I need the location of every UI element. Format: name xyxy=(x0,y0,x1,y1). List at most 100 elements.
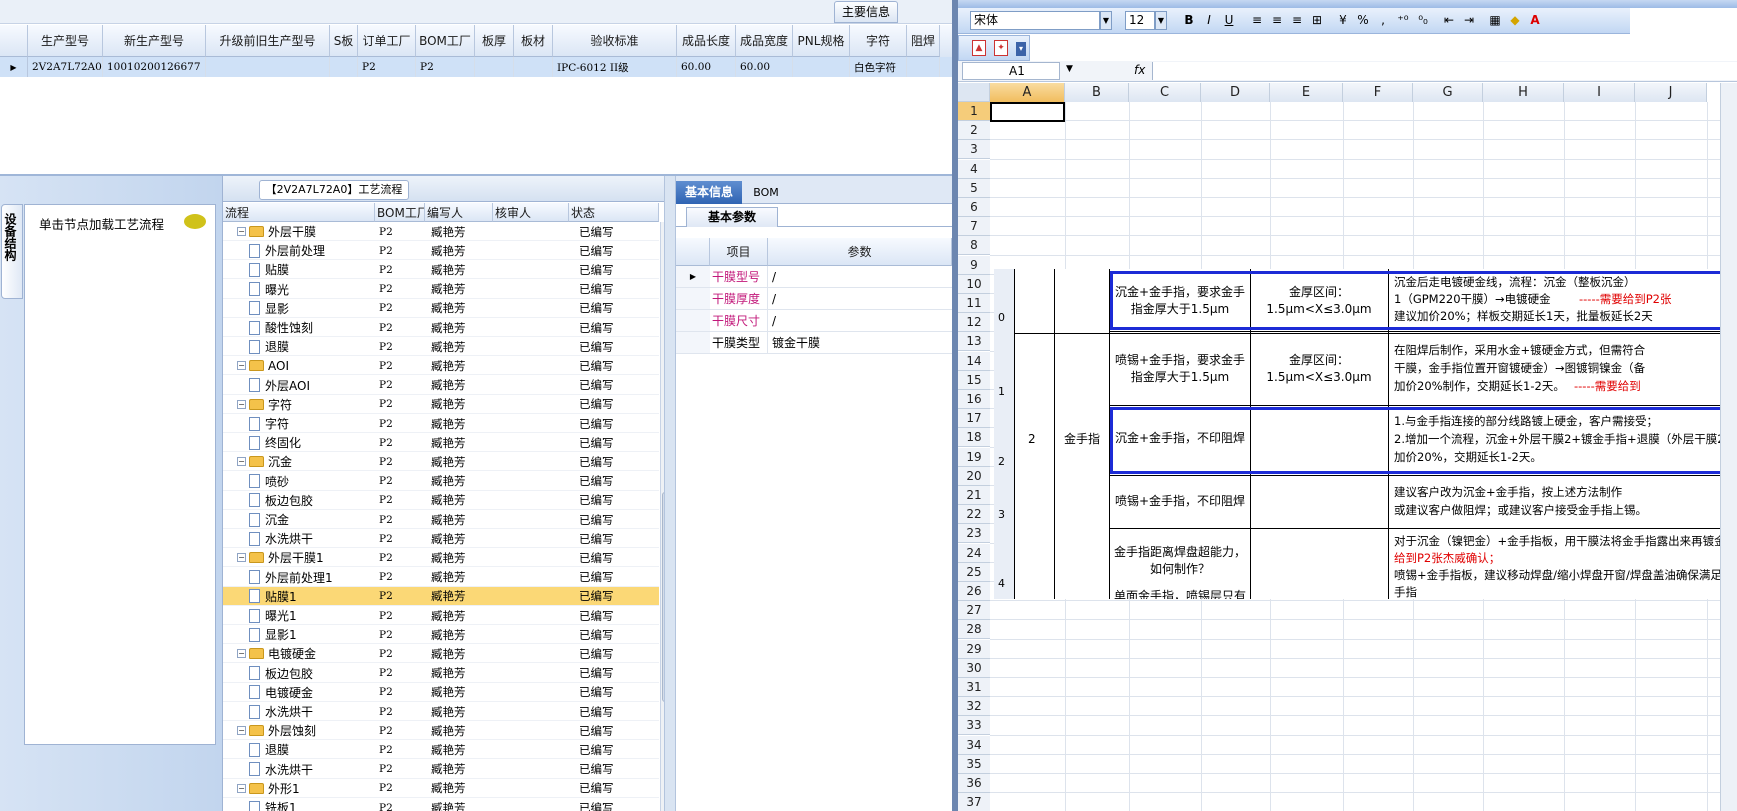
process-row[interactable]: 贴膜 P2 臧艳芳 已编写 xyxy=(223,260,659,280)
writer-cell[interactable]: 臧艳芳 xyxy=(425,299,493,318)
reviewer-cell[interactable] xyxy=(493,587,569,606)
status-cell[interactable]: 已编写 xyxy=(569,491,659,510)
bom-factory-cell[interactable]: P2 xyxy=(375,491,425,510)
process-name-cell[interactable]: 显影1 xyxy=(223,625,375,644)
writer-cell[interactable]: 臧艳芳 xyxy=(425,260,493,279)
process-row[interactable]: 外层AOI P2 臧艳芳 已编写 xyxy=(223,376,659,395)
reviewer-cell[interactable] xyxy=(493,318,569,337)
status-cell[interactable]: 已编写 xyxy=(569,433,659,452)
status-cell[interactable]: 已编写 xyxy=(569,702,659,721)
reviewer-cell[interactable] xyxy=(493,644,569,663)
grid-cell[interactable]: 白色字符 xyxy=(850,57,907,77)
writer-cell[interactable]: 臧艳芳 xyxy=(425,337,493,356)
process-row[interactable]: − 电镀硬金 P2 臧艳芳 已编写 xyxy=(223,644,659,664)
expand-toggle-icon[interactable]: − xyxy=(237,399,246,409)
font-size-dropdown[interactable]: ▼ xyxy=(1155,11,1167,30)
process-name-cell[interactable]: 喷砂 xyxy=(223,472,375,491)
reviewer-cell[interactable] xyxy=(493,702,569,721)
status-cell[interactable]: 已编写 xyxy=(569,318,659,337)
column-header[interactable]: 字符 xyxy=(850,25,907,57)
borders-icon[interactable]: ▦ xyxy=(1486,10,1504,30)
status-cell[interactable]: 已编写 xyxy=(569,740,659,759)
process-column-header[interactable]: 编写人 xyxy=(425,203,493,222)
bom-factory-cell[interactable]: P2 xyxy=(375,587,425,606)
writer-cell[interactable]: 臧艳芳 xyxy=(425,721,493,740)
row-header[interactable]: 8 xyxy=(958,236,990,256)
process-row[interactable]: 铣板1 P2 臧艳芳 已编写 xyxy=(223,798,659,811)
params-column-header[interactable]: 参数 xyxy=(768,238,952,266)
column-header[interactable]: 订单工厂 xyxy=(358,25,416,57)
grid-cell[interactable] xyxy=(475,57,514,77)
tab-bom[interactable]: BOM xyxy=(744,182,788,204)
grid-cell[interactable]: P2 xyxy=(416,57,475,77)
column-header[interactable]: E xyxy=(1270,83,1343,102)
process-row[interactable]: 曝光 P2 臧艳芳 已编写 xyxy=(223,280,659,299)
reviewer-cell[interactable] xyxy=(493,222,569,241)
row-header[interactable]: 24 xyxy=(958,543,990,563)
row-header[interactable]: 3 xyxy=(958,140,990,160)
namebox[interactable]: A1 xyxy=(962,62,1060,80)
row-header[interactable]: 20 xyxy=(958,466,990,486)
process-row[interactable]: 终固化 P2 臧艳芳 已编写 xyxy=(223,433,659,453)
percent-button[interactable]: % xyxy=(1354,10,1372,30)
process-row[interactable]: 退膜 P2 臧艳芳 已编写 xyxy=(223,740,659,760)
process-column-header[interactable]: 状态 xyxy=(569,203,659,222)
writer-cell[interactable]: 臧艳芳 xyxy=(425,222,493,241)
reviewer-cell[interactable] xyxy=(493,414,569,433)
tab-basic-info[interactable]: 基本信息 xyxy=(676,181,742,204)
reviewer-cell[interactable] xyxy=(493,664,569,683)
column-header[interactable]: 新生产型号 xyxy=(103,25,206,57)
row-header[interactable]: 33 xyxy=(958,716,990,736)
column-header[interactable]: B xyxy=(1065,83,1129,102)
namebox-dropdown[interactable]: ▼ xyxy=(1066,64,1073,74)
reviewer-cell[interactable] xyxy=(493,510,569,529)
grid-cell[interactable] xyxy=(206,57,330,77)
grid-cell[interactable]: 60.00 xyxy=(736,57,793,77)
font-name-box[interactable]: 宋体 xyxy=(970,11,1100,30)
status-cell[interactable]: 已编写 xyxy=(569,683,659,702)
merge-center-icon[interactable]: ⊞ xyxy=(1308,10,1326,30)
process-row[interactable]: 沉金 P2 臧艳芳 已编写 xyxy=(223,510,659,529)
bom-factory-cell[interactable]: P2 xyxy=(375,452,425,471)
row-header[interactable]: 35 xyxy=(958,754,990,774)
param-item-cell[interactable]: 干膜型号 xyxy=(710,266,768,288)
expand-toggle-icon[interactable]: − xyxy=(237,783,246,793)
column-header[interactable]: 验收标准 xyxy=(553,25,677,57)
bom-factory-cell[interactable]: P2 xyxy=(375,760,425,779)
decrease-decimal-icon[interactable]: ⁰₀ xyxy=(1414,10,1432,30)
row-header[interactable]: 27 xyxy=(958,601,990,621)
bom-factory-cell[interactable]: P2 xyxy=(375,337,425,356)
expand-toggle-icon[interactable]: − xyxy=(237,457,246,467)
column-header[interactable]: I xyxy=(1564,83,1635,102)
bom-factory-cell[interactable]: P2 xyxy=(375,548,425,567)
param-value-cell[interactable]: / xyxy=(768,266,952,288)
sheet-vscroll[interactable] xyxy=(1720,83,1737,811)
writer-cell[interactable]: 臧艳芳 xyxy=(425,625,493,644)
process-name-cell[interactable]: 曝光 xyxy=(223,280,375,299)
process-name-cell[interactable]: − 外层蚀刻 xyxy=(223,721,375,740)
row-header[interactable]: 31 xyxy=(958,678,990,697)
bom-factory-cell[interactable]: P2 xyxy=(375,702,425,721)
font-color-icon[interactable]: A xyxy=(1526,10,1544,30)
bom-factory-cell[interactable]: P2 xyxy=(375,568,425,587)
row-header[interactable]: 26 xyxy=(958,582,990,601)
process-name-cell[interactable]: 酸性蚀刻 xyxy=(223,318,375,337)
process-name-cell[interactable]: − 外形1 xyxy=(223,779,375,798)
status-cell[interactable]: 已编写 xyxy=(569,241,659,260)
reviewer-cell[interactable] xyxy=(493,280,569,299)
row-header[interactable]: 19 xyxy=(958,447,990,467)
process-name-cell[interactable]: − AOI xyxy=(223,356,375,375)
process-column-header[interactable]: BOM工厂 xyxy=(375,203,425,222)
column-header[interactable]: 升级前旧生产型号 xyxy=(206,25,330,57)
column-header[interactable]: BOM工厂 xyxy=(416,25,475,57)
row-header[interactable]: 23 xyxy=(958,524,990,544)
grid-cell[interactable]: 2V2A7L72A0 xyxy=(28,57,103,77)
bom-factory-cell[interactable]: P2 xyxy=(375,798,425,811)
status-cell[interactable]: 已编写 xyxy=(569,260,659,279)
process-row[interactable]: − 外形1 P2 臧艳芳 已编写 xyxy=(223,779,659,798)
bom-factory-cell[interactable]: P2 xyxy=(375,395,425,414)
row-header[interactable]: 14 xyxy=(958,351,990,371)
bom-factory-cell[interactable]: P2 xyxy=(375,433,425,452)
writer-cell[interactable]: 臧艳芳 xyxy=(425,683,493,702)
param-row-selector[interactable] xyxy=(676,288,710,310)
